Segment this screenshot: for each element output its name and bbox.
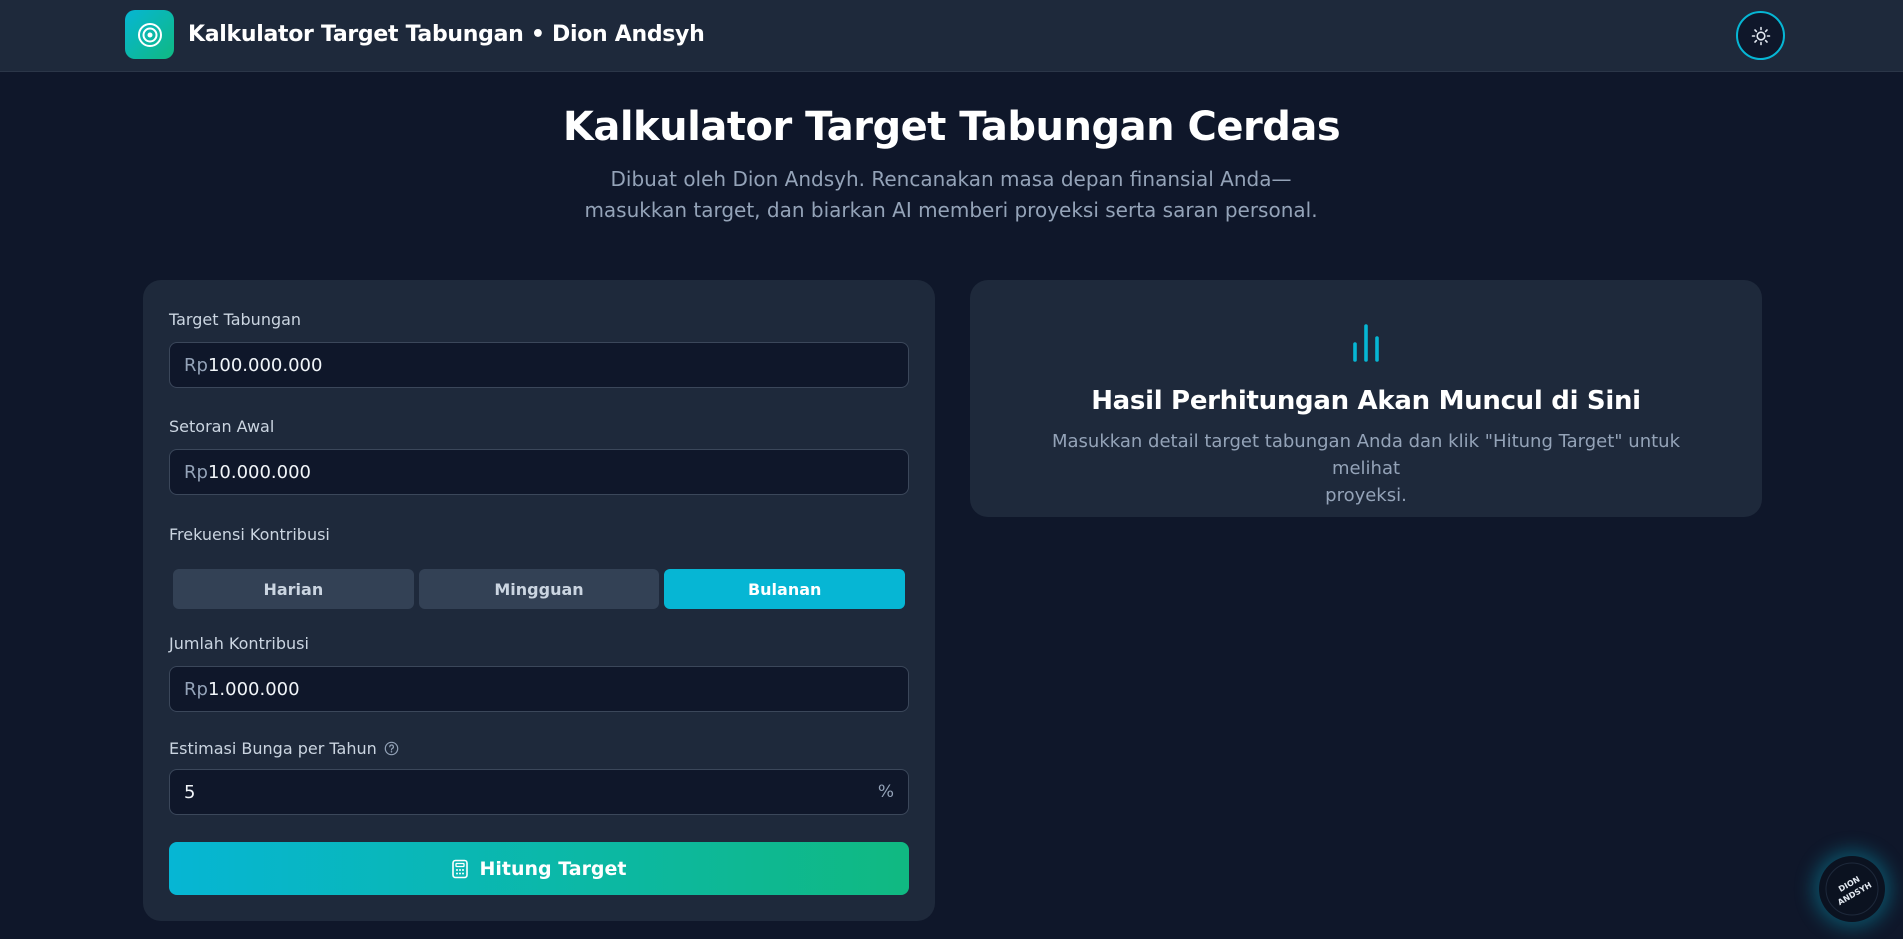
- app-title: Kalkulator Target Tabungan • Dion Andsyh: [188, 22, 705, 47]
- result-placeholder-card: Hasil Perhitungan Akan Muncul di Sini Ma…: [970, 280, 1762, 517]
- result-text-line-2: proyeksi.: [1325, 485, 1407, 506]
- contribution-input[interactable]: Rp 1.000.000: [169, 666, 909, 712]
- calculate-button-label: Hitung Target: [479, 857, 627, 880]
- brand[interactable]: Kalkulator Target Tabungan • Dion Andsyh: [125, 10, 705, 59]
- theme-toggle-button[interactable]: [1736, 11, 1785, 60]
- percent-suffix: %: [877, 782, 894, 802]
- top-navbar: Kalkulator Target Tabungan • Dion Andsyh: [0, 0, 1903, 72]
- author-badge-logo: DION ANDSYH: [1825, 862, 1879, 916]
- calculator-form-card: Target Tabungan Rp 100.000.000 Setoran A…: [143, 280, 935, 921]
- currency-prefix: Rp: [184, 461, 208, 483]
- result-text-line-1: Masukkan detail target tabungan Anda dan…: [1051, 431, 1680, 479]
- calculator-icon: [452, 859, 469, 878]
- bar-chart-icon: [1348, 320, 1384, 368]
- help-icon[interactable]: [384, 741, 399, 756]
- target-label: Target Tabungan: [169, 310, 302, 329]
- page-subtitle: Dibuat oleh Dion Andsyh. Rencanakan masa…: [551, 164, 1351, 226]
- contribution-value: 1.000.000: [207, 678, 300, 700]
- interest-value: 5: [184, 781, 196, 803]
- sun-icon: [1751, 26, 1770, 45]
- result-title: Hasil Perhitungan Akan Muncul di Sini: [1091, 386, 1641, 416]
- currency-prefix: Rp: [184, 678, 208, 700]
- frequency-option-bulanan[interactable]: Bulanan: [664, 569, 906, 609]
- interest-label-text: Estimasi Bunga per Tahun: [169, 739, 377, 758]
- frequency-option-harian[interactable]: Harian: [173, 569, 414, 609]
- subtitle-line-1: Dibuat oleh Dion Andsyh. Rencanakan masa…: [610, 167, 1292, 191]
- contribution-label: Jumlah Kontribusi: [169, 634, 309, 653]
- interest-input[interactable]: 5 %: [169, 769, 909, 815]
- calculate-button[interactable]: Hitung Target: [169, 842, 909, 895]
- subtitle-line-2: masukkan target, dan biarkan AI memberi …: [584, 198, 1318, 222]
- frequency-label: Frekuensi Kontribusi: [169, 525, 330, 544]
- author-badge[interactable]: DION ANDSYH: [1819, 856, 1885, 922]
- target-icon: [125, 10, 174, 59]
- initial-deposit-label: Setoran Awal: [169, 417, 275, 436]
- target-value: 100.000.000: [207, 354, 323, 376]
- initial-deposit-input[interactable]: Rp 10.000.000: [169, 449, 909, 495]
- target-input[interactable]: Rp 100.000.000: [169, 342, 909, 388]
- currency-prefix: Rp: [184, 354, 208, 376]
- frequency-selector: Harian Mingguan Bulanan: [173, 569, 906, 609]
- frequency-option-mingguan[interactable]: Mingguan: [418, 569, 660, 609]
- page-title: Kalkulator Target Tabungan Cerdas: [562, 104, 1341, 150]
- result-description: Masukkan detail target tabungan Anda dan…: [1016, 428, 1716, 509]
- interest-label: Estimasi Bunga per Tahun: [169, 739, 399, 758]
- initial-deposit-value: 10.000.000: [207, 461, 311, 483]
